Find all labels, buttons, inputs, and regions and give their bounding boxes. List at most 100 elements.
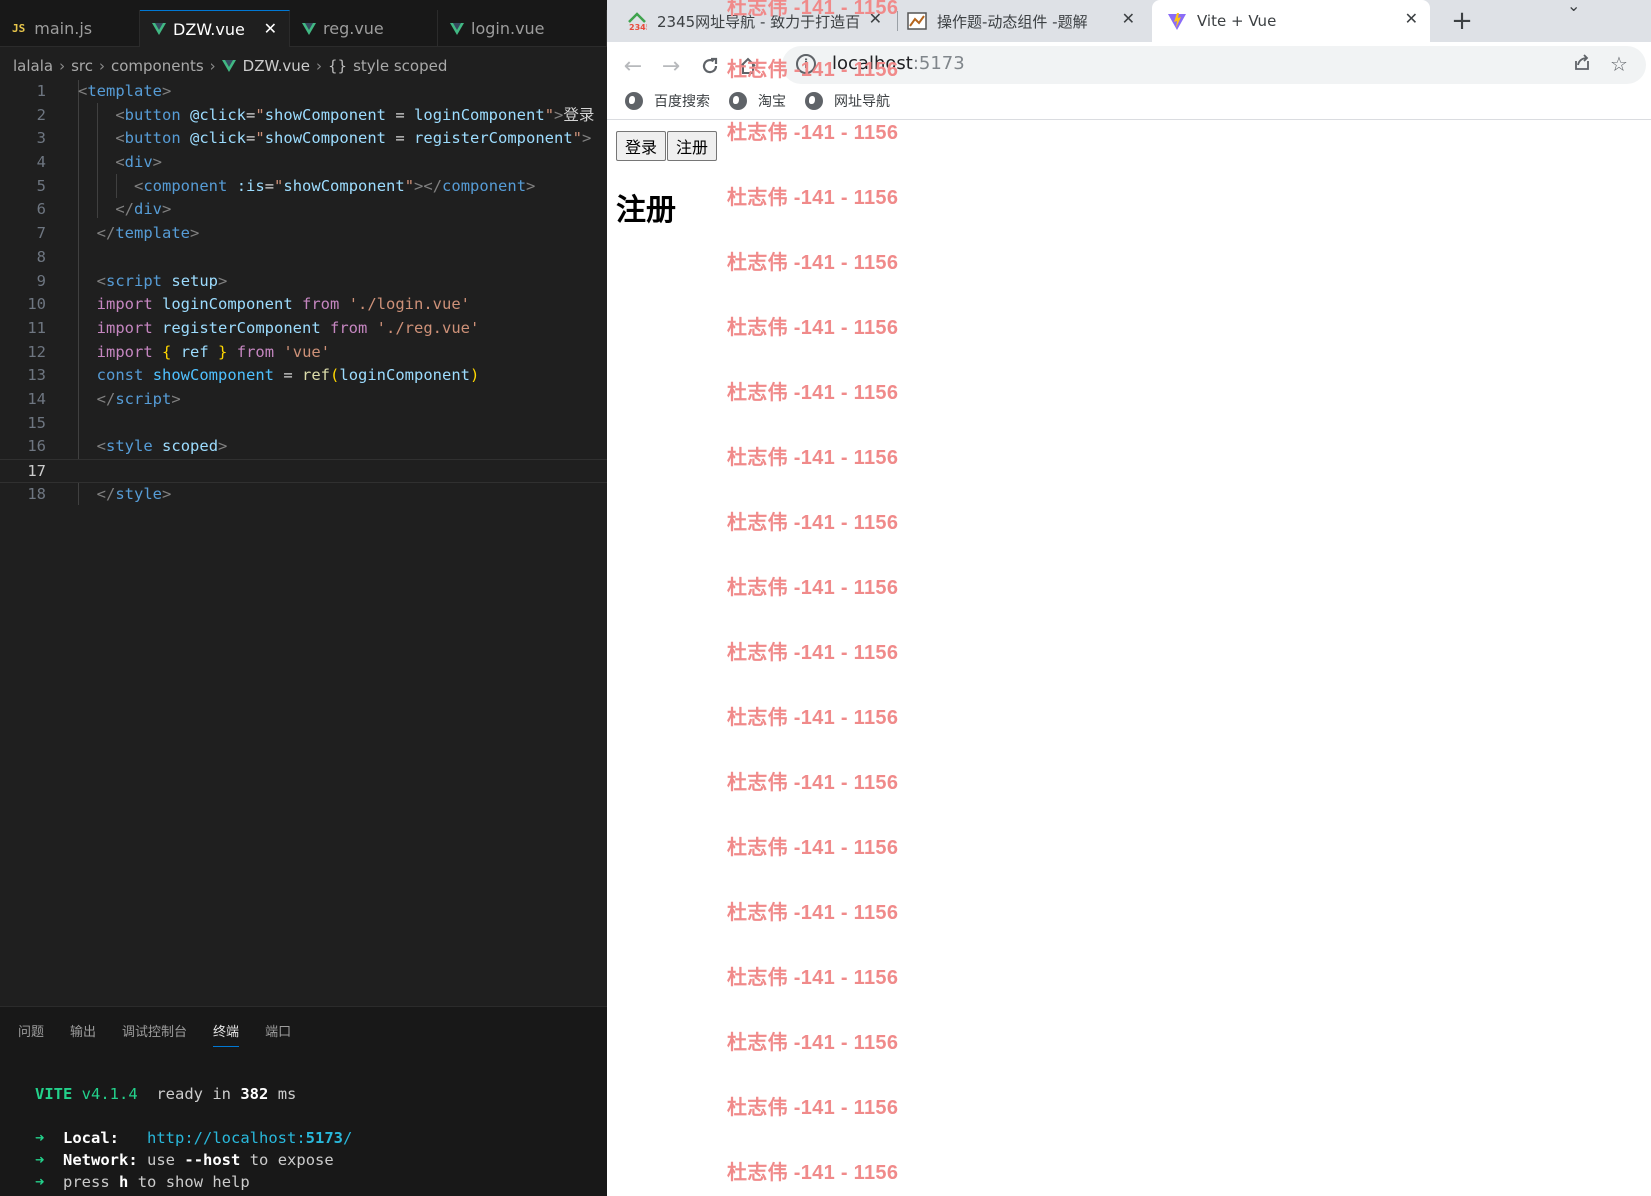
tab-main-js[interactable]: JS main.js: [0, 10, 140, 47]
watermark-text: 杜志伟 -141 - 1156: [727, 967, 899, 989]
tab-label: reg.vue: [323, 19, 384, 38]
vite-version: v4.1.4: [81, 1085, 138, 1103]
new-tab-button[interactable]: +: [1436, 0, 1488, 42]
reload-icon: [702, 57, 718, 74]
terminal-output[interactable]: VITE v4.1.4 ready in 382 ms ➜ Local: htt…: [35, 1083, 352, 1193]
code-line: 13 const showComponent = ref(loginCompon…: [0, 364, 607, 388]
code-line: 10 import loginComponent from './login.v…: [0, 293, 607, 317]
code-line-current: 17: [0, 459, 607, 483]
line-number: 2: [36, 105, 46, 124]
bookmark-label: 百度搜索: [654, 94, 710, 110]
editor-tab-bar: JS main.js DZW.vue ✕ reg.vue login.vue: [0, 0, 607, 47]
code-area[interactable]: 1 <template> 2 <button @click="showCompon…: [0, 80, 607, 506]
tab-reg-vue[interactable]: reg.vue: [290, 10, 438, 47]
browser-tab-vite[interactable]: Vite + Vue ✕: [1152, 0, 1430, 42]
code-line: 1 <template>: [0, 80, 607, 104]
back-button[interactable]: ←: [617, 50, 649, 82]
arrow-icon: ➜: [35, 1151, 45, 1169]
bookmark-taobao[interactable]: 淘宝: [729, 91, 786, 111]
vue-file-icon: [302, 22, 316, 35]
register-button[interactable]: 注册: [667, 131, 718, 161]
bookmark-star-icon[interactable]: ☆: [1610, 52, 1628, 76]
breadcrumb-item-src[interactable]: src: [71, 57, 93, 75]
share-icon[interactable]: [1572, 52, 1592, 77]
tab-debug-console[interactable]: 调试控制台: [122, 1021, 187, 1047]
line-number: 4: [36, 153, 46, 172]
breadcrumb-item-file[interactable]: DZW.vue: [243, 57, 310, 75]
code-line: 15: [0, 412, 607, 436]
watermark-text: 杜志伟 -141 - 1156: [727, 1032, 899, 1054]
panel-tabs: 问题 输出 调试控制台 终端 端口: [18, 1021, 291, 1047]
local-url-port: 5173: [305, 1129, 343, 1147]
line-number: 15: [27, 413, 46, 432]
breadcrumb-item-lalala[interactable]: lalala: [13, 57, 53, 75]
watermark-text: 杜志伟 -141 - 1156: [727, 512, 899, 534]
tab-terminal[interactable]: 终端: [213, 1021, 240, 1047]
terminal-panel: 问题 输出 调试控制台 终端 端口 VITE v4.1.4 ready in 3…: [0, 1006, 607, 1196]
code-line: 6 </div>: [0, 198, 607, 222]
tab-problems[interactable]: 问题: [18, 1021, 44, 1047]
browser-window: 2345 2345网址导航 - 致力于打造百 ✕ 操作题-动态组件 -题解 ✕ …: [607, 0, 1651, 1196]
ready-text: ready in: [156, 1085, 231, 1103]
network-rest: to expose: [249, 1151, 334, 1169]
local-url-slash: /: [342, 1129, 353, 1147]
press-text: press: [63, 1173, 110, 1191]
watermark-text: 杜志伟 -141 - 1156: [727, 0, 899, 19]
2345-logo-icon: 2345: [628, 12, 647, 31]
code-line: 8: [0, 246, 607, 270]
breadcrumb-item-symbol[interactable]: style scoped: [353, 57, 447, 75]
watermark-text: 杜志伟 -141 - 1156: [727, 1097, 899, 1119]
watermark-text: 杜志伟 -141 - 1156: [727, 642, 899, 664]
globe-icon: [729, 92, 747, 110]
watermark-text: 杜志伟 -141 - 1156: [727, 59, 899, 81]
close-icon[interactable]: ✕: [1122, 9, 1135, 28]
line-number: 7: [36, 224, 46, 243]
line-number: 8: [36, 247, 46, 266]
code-line: 12 import { ref } from 'vue': [0, 341, 607, 365]
tab-ports[interactable]: 端口: [265, 1021, 291, 1047]
code-editor: JS main.js DZW.vue ✕ reg.vue login.vue l…: [0, 0, 607, 1196]
line-number: 16: [27, 437, 46, 456]
press-rest: to show help: [137, 1173, 250, 1191]
bookmark-nav[interactable]: 网址导航: [805, 91, 890, 111]
code-line: 14 </script>: [0, 388, 607, 412]
watermark-text: 杜志伟 -141 - 1156: [727, 317, 899, 339]
breadcrumb-item-components[interactable]: components: [111, 57, 204, 75]
watermark-text: 杜志伟 -141 - 1156: [727, 577, 899, 599]
code-line: 9 <script setup>: [0, 270, 607, 294]
tab-login-vue[interactable]: login.vue: [438, 10, 607, 47]
browser-tab-title: Vite + Vue: [1197, 12, 1277, 30]
line-number: 5: [36, 176, 46, 195]
reload-button[interactable]: [694, 50, 726, 82]
close-icon[interactable]: ✕: [264, 19, 277, 38]
tab-label: login.vue: [471, 19, 545, 38]
network-use: use: [147, 1151, 176, 1169]
browser-tab-solution[interactable]: 操作题-动态组件 -题解 ✕: [907, 0, 1145, 42]
line-number: 11: [27, 318, 46, 337]
local-url[interactable]: http://localhost:5173/: [147, 1129, 352, 1147]
bookmark-baidu[interactable]: 百度搜索: [625, 91, 710, 111]
watermark-text: 杜志伟 -141 - 1156: [727, 382, 899, 404]
tab-output[interactable]: 输出: [70, 1021, 96, 1047]
watermark-text: 杜志伟 -141 - 1156: [727, 837, 899, 859]
vue-file-icon: [221, 60, 236, 72]
bookmark-label: 网址导航: [834, 94, 890, 110]
arrow-icon: ➜: [35, 1129, 45, 1147]
forward-button[interactable]: →: [655, 50, 687, 82]
breadcrumb: lalala › src › components › DZW.vue › {}…: [13, 54, 447, 78]
close-icon[interactable]: ✕: [1405, 9, 1418, 28]
watermark-text: 杜志伟 -141 - 1156: [727, 447, 899, 469]
login-button[interactable]: 登录: [616, 131, 667, 161]
symbol-braces-icon: {}: [328, 57, 348, 75]
chevron-right-icon: ›: [98, 57, 105, 75]
line-number: 12: [27, 342, 46, 361]
address-bar[interactable]: i localhost:5173 ☆: [782, 46, 1646, 84]
chevron-right-icon: ›: [59, 57, 66, 75]
tab-search-icon[interactable]: ⌄: [1567, 0, 1580, 15]
line-number: 9: [36, 271, 46, 290]
tab-dzw-vue[interactable]: DZW.vue ✕: [140, 10, 290, 47]
arrow-icon: ➜: [35, 1173, 45, 1191]
code-line: 16 <style scoped>: [0, 435, 607, 459]
line-number: 13: [27, 366, 46, 385]
line-number: 17: [27, 462, 46, 480]
